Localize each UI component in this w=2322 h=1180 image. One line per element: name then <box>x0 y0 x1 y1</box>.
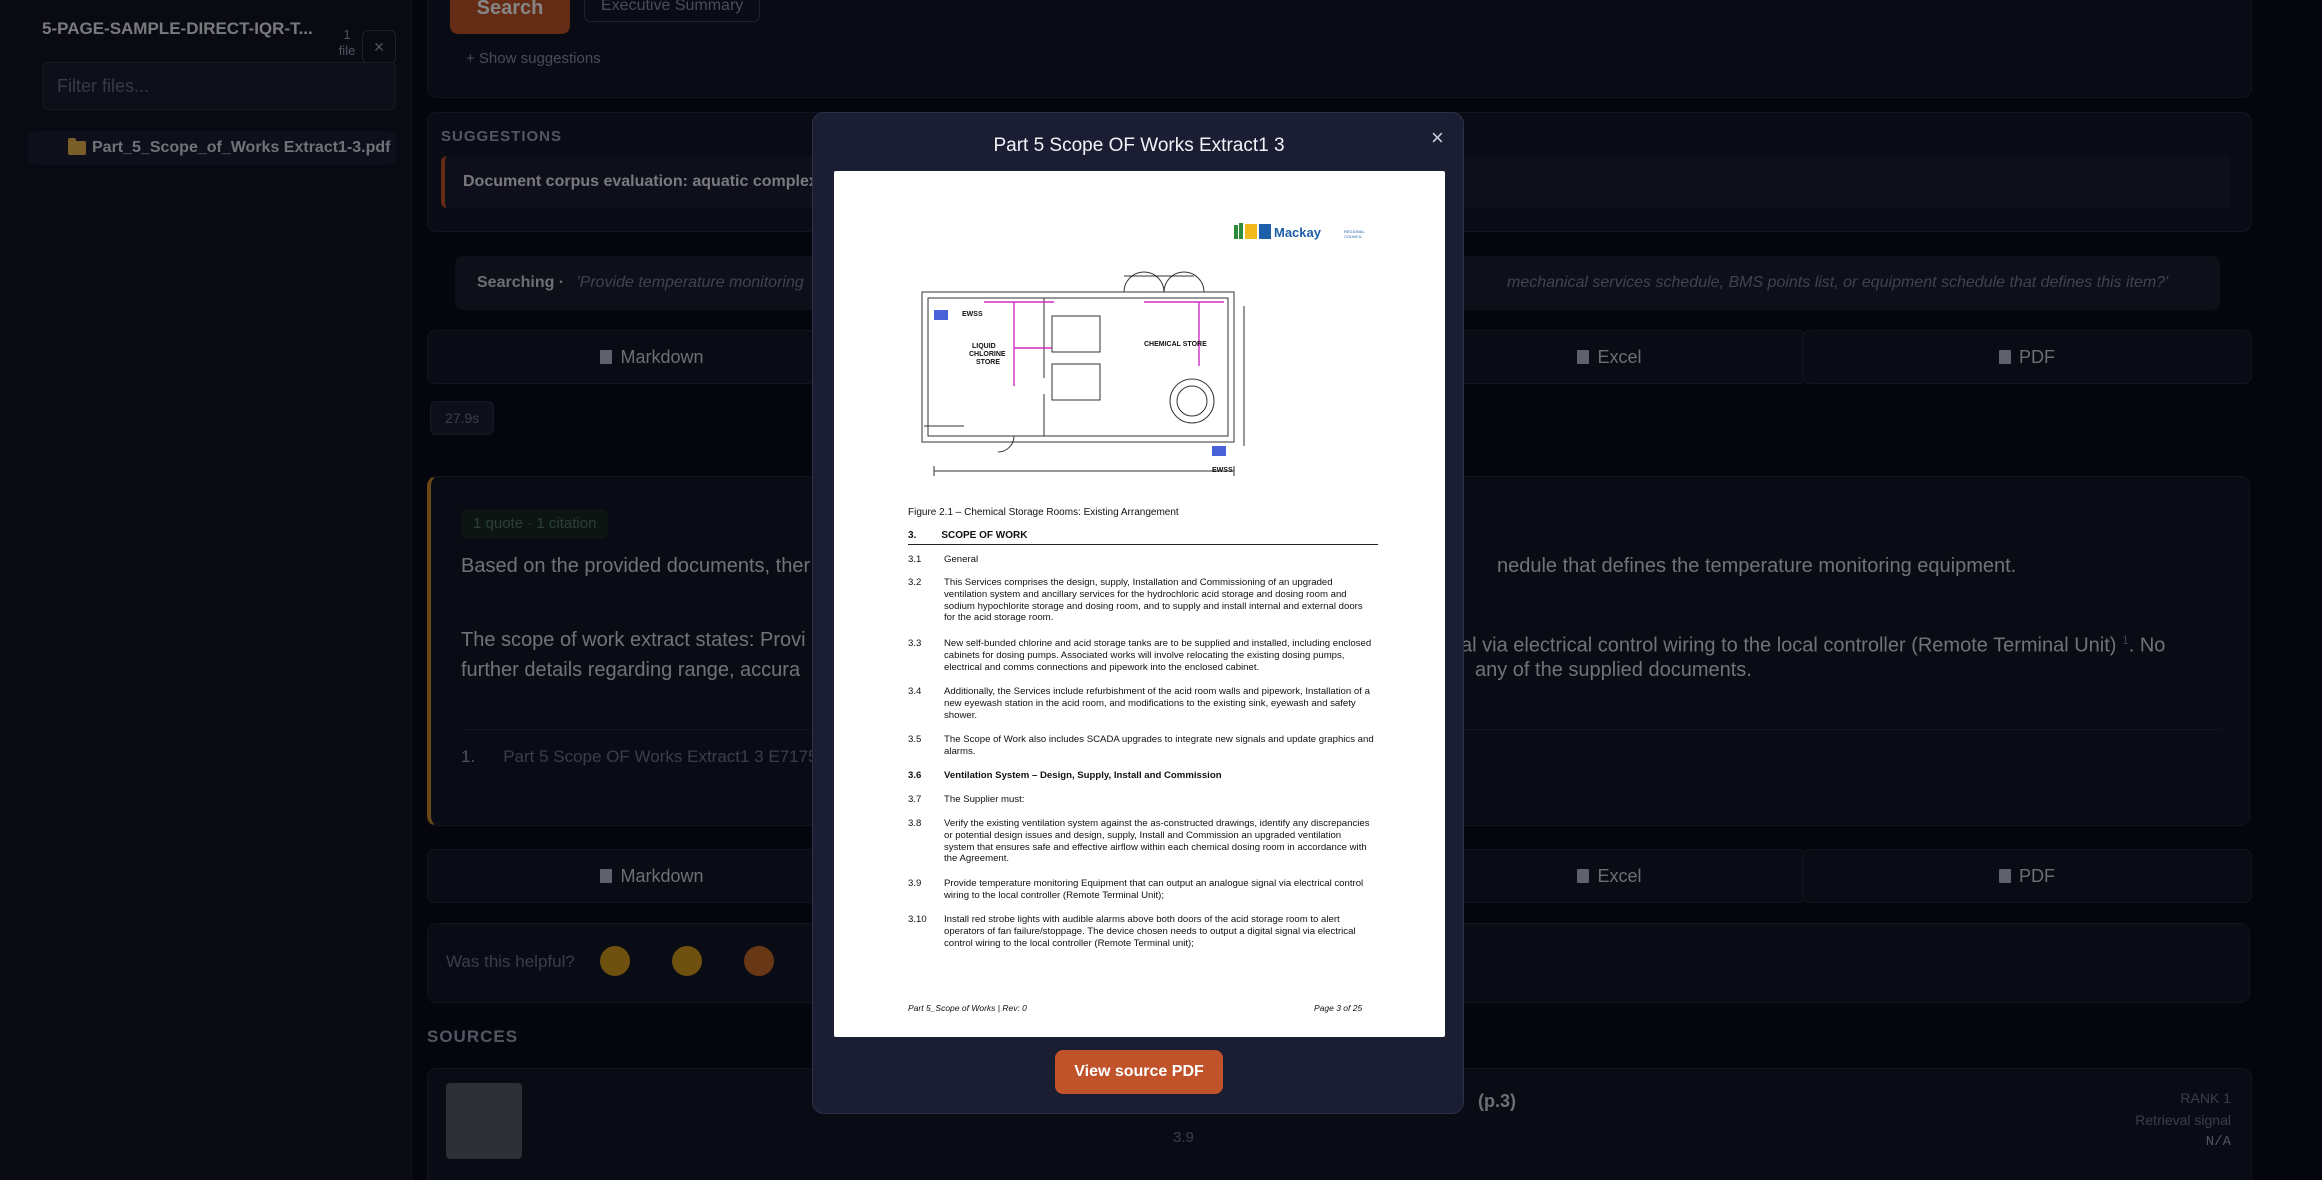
drawing-label-store: STORE <box>976 359 1000 366</box>
page-footer-left: Part 5_Scope of Works | Rev: 0 <box>908 1003 1027 1013</box>
view-source-pdf-button[interactable]: View source PDF <box>1055 1050 1223 1094</box>
clause-number: 3.4 <box>908 686 922 697</box>
section-rule <box>908 544 1378 545</box>
clause-text: Ventilation System – Design, Supply, Ins… <box>944 770 1222 781</box>
clause-text: Install red strobe lights with audible a… <box>944 914 1356 949</box>
clause-number: 3.6 <box>908 770 922 781</box>
figure-caption: Figure 2.1 – Chemical Storage Rooms: Exi… <box>908 507 1179 518</box>
clause-text: The Scope of Work also includes SCADA up… <box>944 734 1374 757</box>
clause-text: This Services comprises the design, supp… <box>944 577 1363 624</box>
section-number: 3. <box>908 530 917 541</box>
clause-number: 3.3 <box>908 638 922 649</box>
clause-text: The Supplier must: <box>944 794 1025 805</box>
section-heading: 3. SCOPE OF WORK <box>908 530 1027 541</box>
mackay-logo: Mackay REGIONAL COUNCIL <box>1234 223 1365 240</box>
logo-text: Mackay <box>1274 225 1322 240</box>
clause-number: 3.10 <box>908 914 927 925</box>
floor-plan-drawing: EWSS LIQUID CHLORINE STORE CHEMICAL STOR… <box>921 271 1245 476</box>
svg-text:COUNCIL: COUNCIL <box>1344 234 1363 239</box>
clause-text: Verify the existing ventilation system a… <box>944 818 1370 865</box>
drawing-label-ewss-1: EWSS <box>962 311 983 318</box>
drawing-label-chemical-store: CHEMICAL STORE <box>1144 341 1207 348</box>
clause-number: 3.7 <box>908 794 922 805</box>
drawing-label-ewss-2: EWSS <box>1212 467 1233 474</box>
modal-title: Part 5 Scope OF Works Extract1 3 <box>993 135 1285 156</box>
clause-text: General <box>944 554 979 565</box>
clause-text: Additionally, the Services include refur… <box>944 686 1370 721</box>
clause-text: New self-bunded chlorine and acid storag… <box>944 638 1372 673</box>
clause-number: 3.5 <box>908 734 922 745</box>
pdf-preview-modal: Part 5 Scope OF Works Extract1 3 × Macka… <box>812 112 1464 1114</box>
drawing-label-chlorine: CHLORINE <box>969 351 1006 358</box>
clause-text: Provide temperature monitoring Equipment… <box>944 878 1364 901</box>
section-title: SCOPE OF WORK <box>941 530 1028 541</box>
clause-number: 3.1 <box>908 554 922 565</box>
close-icon[interactable]: × <box>1431 125 1444 151</box>
drawing-label-liquid: LIQUID <box>972 343 996 350</box>
clause-number: 3.2 <box>908 577 922 588</box>
pdf-page-preview: Mackay REGIONAL COUNCIL EWSS LIQUID CHLO… <box>834 171 1445 1037</box>
page-footer-right: Page 3 of 25 <box>1314 1003 1363 1013</box>
clause-number: 3.9 <box>908 878 922 889</box>
clause-number: 3.8 <box>908 818 922 829</box>
